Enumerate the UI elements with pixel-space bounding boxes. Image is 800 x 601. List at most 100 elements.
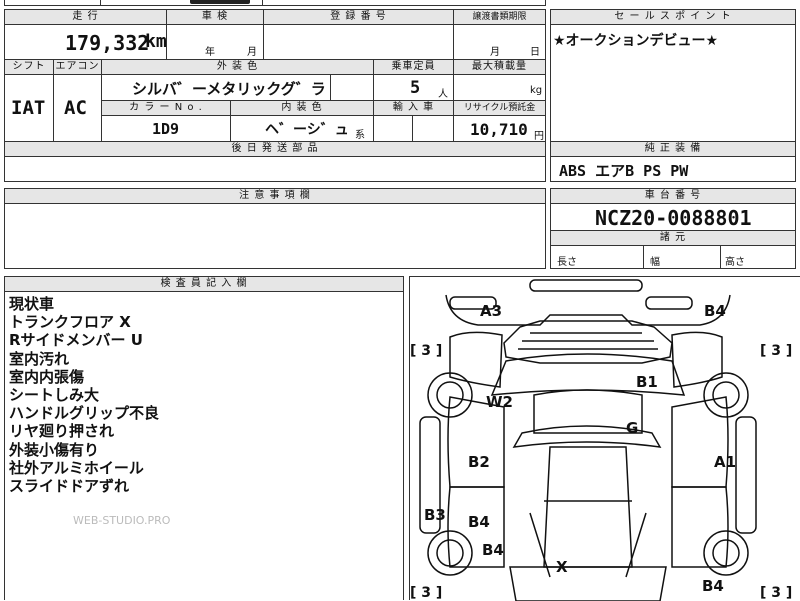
rear-right-tire xyxy=(703,530,749,576)
factory-equipment-cell: ABS エアB PS PW xyxy=(550,156,796,182)
damage-mark: B2 xyxy=(468,453,490,471)
import-car-extra xyxy=(412,115,454,142)
damage-mark: B4 xyxy=(702,577,724,595)
list-item: 現状車 xyxy=(9,295,55,313)
list-item: トランクフロア X xyxy=(9,313,131,332)
color-no-cell: 1D9 xyxy=(101,115,231,142)
tire-rating: [ 3 ] xyxy=(760,343,792,359)
aircon-cell: AC xyxy=(53,74,102,142)
chassis-number-label: 車 台 番 号 xyxy=(550,188,796,204)
recycle-unit: 円 xyxy=(534,131,544,142)
damage-mark: B4 xyxy=(704,302,726,320)
import-car-label: 輸 入 車 xyxy=(373,100,454,116)
rear-left-tire xyxy=(427,530,473,576)
list-item: 外装小傷有り xyxy=(9,440,100,459)
transfer-month-unit: 月 xyxy=(490,47,500,58)
car-diagram: A3 B4 B1 W2 G B2 A1 B3 B4 B4 X B4 [ 3 ] … xyxy=(410,279,792,601)
front-left-tire xyxy=(427,372,473,418)
right-side-rail xyxy=(735,416,757,534)
damage-mark: A3 xyxy=(480,302,502,320)
capacity-cell: 5 人 xyxy=(373,74,454,101)
list-item: リヤ廻り押され xyxy=(9,422,115,441)
list-item: Rサイドメンバー U xyxy=(9,331,143,350)
damage-mark: A1 xyxy=(714,453,736,471)
shift-label: シフト xyxy=(4,59,54,75)
max-load-cell: kg xyxy=(453,74,546,101)
right-rear-door xyxy=(671,486,729,568)
chassis-number-cell: NCZ20-0088801 xyxy=(550,203,796,231)
interior-color-label: 内 装 色 xyxy=(230,100,374,116)
front-right-tire xyxy=(703,372,749,418)
mileage-cell: 179,332 km xyxy=(4,24,167,60)
factory-equipment-value: ABS エアB PS PW xyxy=(559,162,689,180)
mileage-value: 179,332 xyxy=(65,31,150,55)
dimensions-width-label: 幅 xyxy=(650,257,660,268)
factory-equipment-label: 純 正 装 備 xyxy=(550,141,796,157)
registration-label: 登 録 番 号 xyxy=(263,9,454,25)
exterior-color-extra xyxy=(330,74,374,101)
inspector-notes-box: 現状車 トランクフロア X Rサイドメンバー U 室内汚れ 室内内張傷 シートし… xyxy=(4,291,404,600)
delivery-parts-label: 後 日 発 送 部 品 xyxy=(4,141,546,157)
exterior-color-cell: シルバ゛ーメタリックグ゛ラファイ xyxy=(101,74,331,119)
inspection-cell: 年 月 xyxy=(166,24,264,60)
inspector-notes-label: 検 査 員 記 入 欄 xyxy=(4,276,404,292)
dimensions-label: 諸 元 xyxy=(550,230,796,246)
list-item: 室内汚れ xyxy=(9,349,70,368)
sales-point-cell: ★オークションデビュー★ xyxy=(550,24,796,142)
watermark: WEB-STUDIO.PRO xyxy=(73,514,171,527)
max-load-label: 最大積載量 xyxy=(453,59,546,75)
delivery-parts-value xyxy=(4,156,546,182)
damage-map: A3 B4 B1 W2 G B2 A1 B3 B4 B4 X B4 [ 3 ] … xyxy=(409,276,800,601)
inspection-year-unit: 年 xyxy=(205,47,215,58)
list-item: シートしみ大 xyxy=(9,386,100,405)
damage-mark: B4 xyxy=(468,513,490,531)
hood-lines xyxy=(518,332,658,350)
recycle-cell: 10,710 円 xyxy=(453,115,546,142)
dimensions-length-label: 長さ xyxy=(557,257,577,268)
shift-value: IAT xyxy=(11,97,46,119)
list-item: ハンドルグリップ不良 xyxy=(9,404,160,423)
aircon-value: AC xyxy=(64,97,87,119)
front-right-fender xyxy=(671,331,723,388)
recycle-label: リサイクル預託金 xyxy=(453,100,546,116)
list-item: 室内内張傷 xyxy=(9,367,85,386)
front-left-fender xyxy=(449,331,503,388)
right-front-door xyxy=(671,396,729,488)
sales-point-value: ★オークションデビュー★ xyxy=(553,33,719,49)
front-bumper-top xyxy=(529,279,643,292)
damage-mark: B1 xyxy=(636,373,658,391)
color-no-value: 1D9 xyxy=(152,120,180,138)
cabin-floor xyxy=(543,446,633,568)
dimensions-height-label: 高さ xyxy=(725,257,745,268)
damage-mark: W2 xyxy=(486,393,513,411)
color-no-label: カ ラ ー N o . xyxy=(101,100,231,116)
exterior-color-label: 外 装 色 xyxy=(101,59,374,75)
chassis-number-value: NCZ20-0088801 xyxy=(595,206,752,230)
import-car-value xyxy=(373,115,413,142)
inspection-month-unit: 月 xyxy=(247,47,257,58)
aircon-label: エアコン xyxy=(53,59,102,75)
capacity-label: 乗車定員 xyxy=(373,59,454,75)
dimensions-height-cell: 高さ xyxy=(720,245,796,269)
list-item: スライドドアずれ xyxy=(9,477,130,496)
damage-mark: B3 xyxy=(424,506,446,524)
recycle-value: 10,710 xyxy=(470,120,528,139)
list-item: 社外アルミホイール xyxy=(9,458,144,477)
capacity-value: 5 xyxy=(410,78,421,98)
dimensions-length-cell: 長さ xyxy=(550,245,644,269)
mileage-unit: km xyxy=(145,31,167,52)
inspector-notes-list: 現状車 トランクフロア X Rサイドメンバー U 室内汚れ 室内内張傷 シートし… xyxy=(9,295,159,495)
header-partial-text xyxy=(190,0,250,4)
transfer-deadline-label: 譲渡書類期限 xyxy=(453,9,546,25)
max-load-unit: kg xyxy=(530,85,543,96)
tire-rating: [ 3 ] xyxy=(760,585,792,601)
transfer-day-unit: 日 xyxy=(530,47,540,58)
shift-cell: IAT xyxy=(4,74,54,142)
registration-value xyxy=(263,24,454,60)
interior-color-cell: ヘ゛ーシ゛ュ 系 xyxy=(230,115,374,142)
notes-label: 注 意 事 項 欄 xyxy=(4,188,546,204)
interior-color-suffix: 系 xyxy=(355,130,365,141)
damage-mark: X xyxy=(556,558,568,576)
mileage-label: 走 行 xyxy=(4,9,167,25)
capacity-unit: 人 xyxy=(438,89,448,100)
